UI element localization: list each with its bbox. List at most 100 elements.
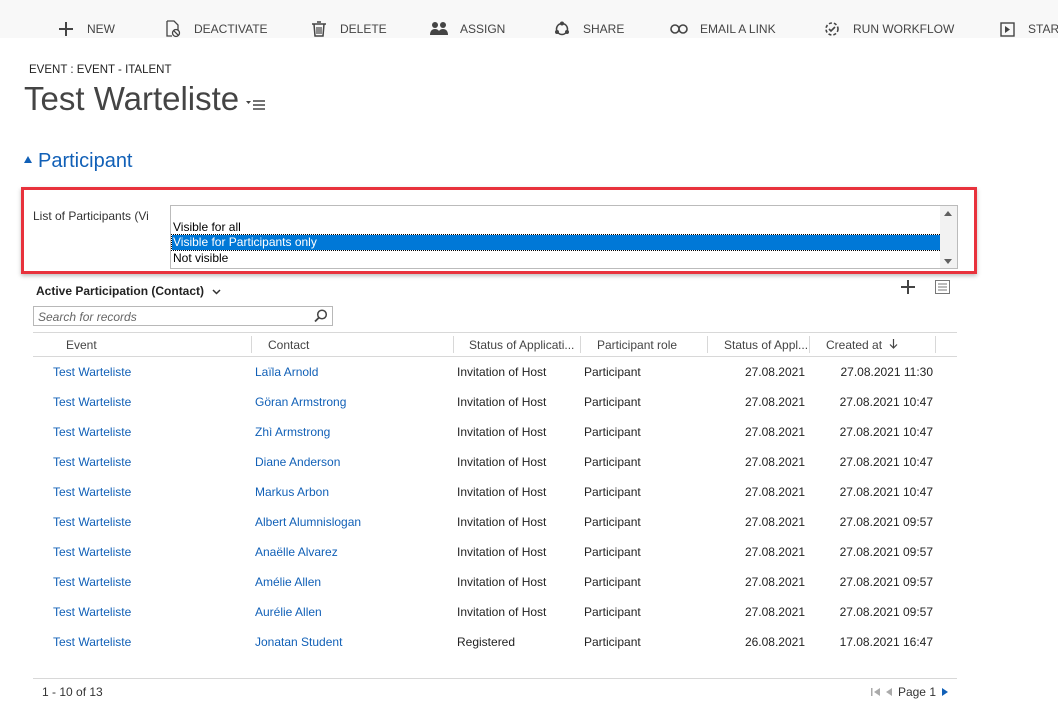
command-bar: NEW DEACTIVATE DELETE ASSIGN SHARE EMAIL… — [0, 0, 1058, 38]
view-selector[interactable]: Active Participation (Contact) — [36, 284, 221, 298]
event-link[interactable]: Test Warteliste — [53, 635, 131, 649]
new-button[interactable]: NEW — [57, 19, 115, 39]
entity-breadcrumb: EVENT : EVENT - ITALENT — [29, 64, 172, 76]
section-title: Participant — [38, 150, 133, 172]
scroll-down-arrow-icon[interactable] — [944, 259, 952, 264]
table-row[interactable]: Test Warteliste Amélie Allen Invitation … — [33, 568, 957, 598]
record-count: 1 - 10 of 13 — [42, 685, 103, 699]
contact-link[interactable]: Zhì Armstrong — [255, 425, 330, 439]
contact-link[interactable]: Markus Arbon — [255, 485, 329, 499]
column-separator[interactable] — [580, 336, 581, 353]
column-separator[interactable] — [251, 336, 252, 353]
link-icon — [670, 20, 688, 38]
view-title: Active Participation (Contact) — [36, 284, 205, 298]
table-row[interactable]: Test Warteliste Markus Arbon Invitation … — [33, 478, 957, 508]
page-title: Test Warteliste — [24, 80, 240, 117]
column-header-status-of-application-date[interactable]: Status of Appl... — [724, 338, 808, 352]
contact-link[interactable]: Aurélie Allen — [255, 605, 322, 619]
add-record-button[interactable] — [900, 279, 916, 295]
run-workflow-button[interactable]: RUN WORKFLOW — [823, 19, 954, 39]
share-button[interactable]: SHARE — [553, 19, 624, 39]
column-header-contact[interactable]: Contact — [268, 338, 309, 352]
listbox-scrollbar[interactable] — [940, 206, 957, 268]
column-separator[interactable] — [809, 336, 810, 353]
event-link[interactable]: Test Warteliste — [53, 485, 131, 499]
column-header-status-of-application[interactable]: Status of Applicati... — [469, 338, 574, 352]
search-box[interactable] — [33, 306, 333, 326]
status-cell: Invitation of Host — [457, 545, 547, 559]
table-row[interactable]: Test Warteliste Zhì Armstrong Invitation… — [33, 418, 957, 448]
event-link[interactable]: Test Warteliste — [53, 515, 131, 529]
event-link[interactable]: Test Warteliste — [53, 575, 131, 589]
start-dialog-icon — [998, 20, 1016, 38]
table-row[interactable]: Test Warteliste Göran Armstrong Invitati… — [33, 388, 957, 418]
status-date-cell: 27.08.2021 — [744, 455, 805, 469]
created-at-label: Created at — [826, 338, 883, 352]
event-link[interactable]: Test Warteliste — [53, 395, 131, 409]
table-row[interactable]: Test Warteliste Diane Anderson Invitatio… — [33, 448, 957, 478]
contact-link[interactable]: Anaëlle Alvarez — [255, 545, 338, 559]
role-cell: Participant — [584, 365, 641, 379]
search-input[interactable] — [38, 309, 308, 324]
chevron-down-icon — [212, 284, 221, 298]
column-separator[interactable] — [935, 336, 936, 353]
option-visible-for-all[interactable]: Visible for all — [172, 220, 941, 235]
contact-link[interactable]: Laïla Arnold — [255, 365, 318, 379]
previous-page-icon[interactable] — [885, 687, 893, 697]
option-not-visible[interactable]: Not visible — [172, 251, 941, 266]
table-row[interactable]: Test Warteliste Anaëlle Alvarez Invitati… — [33, 538, 957, 568]
event-link[interactable]: Test Warteliste — [53, 605, 131, 619]
created-cell: 27.08.2021 11:30 — [840, 365, 933, 379]
status-date-cell: 27.08.2021 — [744, 575, 805, 589]
status-date-cell: 27.08.2021 — [744, 545, 805, 559]
created-cell: 27.08.2021 09:57 — [839, 515, 933, 529]
table-row[interactable]: Test Warteliste Aurélie Allen Invitation… — [33, 598, 957, 628]
share-label: SHARE — [583, 22, 625, 36]
column-header-participant-role[interactable]: Participant role — [597, 338, 677, 352]
status-cell: Invitation of Host — [457, 515, 547, 529]
deactivate-button[interactable]: DEACTIVATE — [164, 19, 268, 39]
event-link[interactable]: Test Warteliste — [53, 425, 131, 439]
table-row[interactable]: Test Warteliste Albert Alumnislogan Invi… — [33, 508, 957, 538]
grid-footer: 1 - 10 of 13 Page 1 — [33, 678, 957, 704]
created-cell: 27.08.2021 10:47 — [839, 425, 933, 439]
form-selector-icon[interactable] — [246, 98, 266, 112]
assign-button[interactable]: ASSIGN — [430, 19, 505, 39]
column-header-created-at[interactable]: Created at — [826, 338, 898, 352]
contact-link[interactable]: Göran Armstrong — [255, 395, 346, 409]
contact-link[interactable]: Albert Alumnislogan — [255, 515, 361, 529]
scroll-up-arrow-icon[interactable] — [944, 211, 952, 216]
contact-link[interactable]: Diane Anderson — [255, 455, 340, 469]
status-date-cell: 27.08.2021 — [744, 515, 805, 529]
created-cell: 27.08.2021 10:47 — [839, 455, 933, 469]
open-view-button[interactable] — [935, 280, 950, 294]
table-row[interactable]: Test Warteliste Laïla Arnold Invitation … — [33, 358, 957, 388]
collapse-triangle-icon — [24, 156, 32, 163]
page-number: Page 1 — [897, 685, 936, 699]
contact-link[interactable]: Jonatan Student — [255, 635, 342, 649]
role-cell: Participant — [584, 605, 641, 619]
event-link[interactable]: Test Warteliste — [53, 545, 131, 559]
event-link[interactable]: Test Warteliste — [53, 365, 131, 379]
first-page-icon[interactable] — [870, 687, 881, 697]
trash-icon — [310, 20, 328, 38]
status-cell: Invitation of Host — [457, 365, 547, 379]
contact-link[interactable]: Amélie Allen — [255, 575, 321, 589]
role-cell: Participant — [584, 575, 641, 589]
role-cell: Participant — [584, 515, 641, 529]
option-visible-for-participants[interactable]: Visible for Participants only — [171, 234, 942, 251]
table-row[interactable]: Test Warteliste Jonatan Student Register… — [33, 628, 957, 658]
column-separator[interactable] — [453, 336, 454, 353]
column-separator[interactable] — [707, 336, 708, 353]
participant-section-toggle[interactable]: Participant — [24, 150, 133, 173]
email-link-button[interactable]: EMAIL A LINK — [670, 19, 776, 39]
grid-header: Event Contact Status of Applicati... Par… — [33, 332, 957, 357]
participants-visibility-listbox[interactable]: Visible for all Visible for Participants… — [170, 205, 958, 269]
start-dialog-button[interactable]: START — [998, 19, 1058, 39]
next-page-icon[interactable] — [941, 687, 949, 697]
sort-descending-icon — [889, 339, 898, 349]
column-header-event[interactable]: Event — [66, 338, 97, 352]
search-icon[interactable] — [314, 309, 328, 328]
event-link[interactable]: Test Warteliste — [53, 455, 131, 469]
delete-button[interactable]: DELETE — [310, 19, 387, 39]
